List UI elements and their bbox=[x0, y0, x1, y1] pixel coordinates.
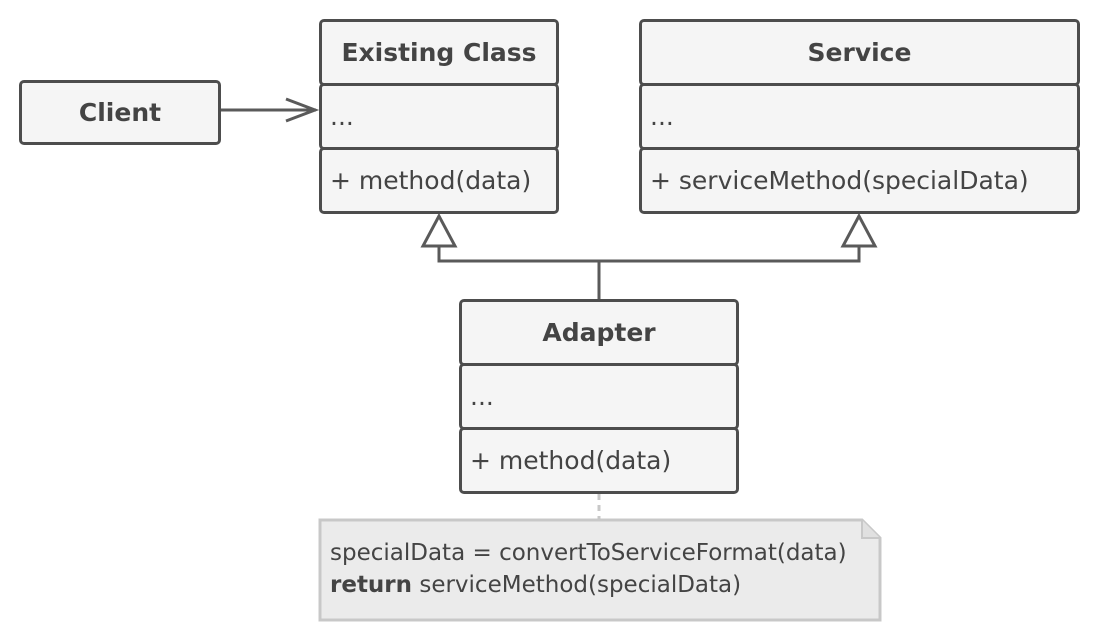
existing-class-methods: + method(data) bbox=[319, 147, 559, 214]
note-keyword: return bbox=[330, 572, 413, 598]
existing-class-name: Existing Class bbox=[319, 19, 559, 86]
note-line-2: return serviceMethod(specialData) bbox=[330, 569, 847, 601]
code-note: specialData = convertToServiceFormat(dat… bbox=[319, 519, 881, 621]
inheritance-triangle-service bbox=[840, 212, 878, 248]
adapter-class[interactable]: Adapter ... + method(data) bbox=[459, 299, 739, 494]
inheritance-line bbox=[437, 245, 861, 263]
existing-class[interactable]: Existing Class ... + method(data) bbox=[319, 19, 559, 214]
service-fields: ... bbox=[639, 83, 1080, 150]
inheritance-triangle-existing bbox=[420, 212, 458, 248]
client-class[interactable]: Client bbox=[19, 80, 221, 145]
note-line-2-rest: serviceMethod(specialData) bbox=[412, 572, 742, 598]
client-name: Client bbox=[19, 80, 221, 145]
service-name: Service bbox=[639, 19, 1080, 86]
adapter-fields: ... bbox=[459, 363, 739, 430]
note-line-1: specialData = convertToServiceFormat(dat… bbox=[330, 540, 847, 566]
service-class[interactable]: Service ... + serviceMethod(specialData) bbox=[639, 19, 1080, 214]
existing-class-fields: ... bbox=[319, 83, 559, 150]
service-methods: + serviceMethod(specialData) bbox=[639, 147, 1080, 214]
note-text: specialData = convertToServiceFormat(dat… bbox=[330, 537, 847, 601]
adapter-methods: + method(data) bbox=[459, 427, 739, 494]
adapter-name: Adapter bbox=[459, 299, 739, 366]
